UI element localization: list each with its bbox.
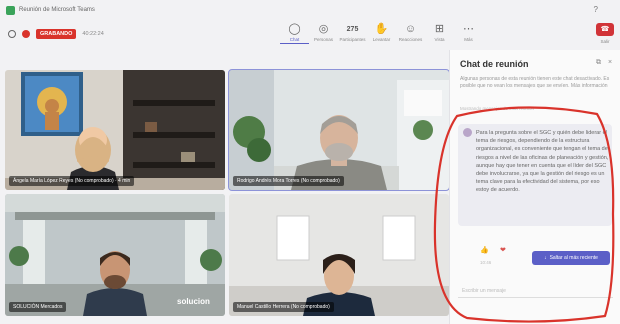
leave-button[interactable]: ☎	[596, 23, 614, 36]
toolbar-actions: ◯ Chat ◎ Personas 275 Participantes ✋ Le…	[280, 22, 483, 44]
meeting-chat-panel: Chat de reunión ⧉ × Algunas personas de …	[449, 50, 620, 324]
video-tile-3[interactable]: solucion SOLUCIÓN Mercados	[5, 194, 225, 316]
tool-label: Personas	[313, 37, 333, 42]
video-tile-2[interactable]: Rodrigo Andrés Mora Torres (No comprobad…	[228, 69, 450, 191]
leave-control: ☎ Salir	[596, 23, 614, 44]
video-feed-3: solucion	[5, 194, 225, 316]
tool-label: Vista	[434, 37, 445, 42]
participant-name: Rodrigo Andrés Mora Torres (No comprobad…	[233, 176, 344, 186]
video-feed-2	[229, 70, 449, 190]
heart-reaction-icon[interactable]: ❤	[500, 246, 506, 254]
recording-status: GRABANDO 40:22:24	[8, 29, 104, 39]
view-icon: ⊞	[434, 23, 445, 35]
chat-button[interactable]: ◯ Chat	[280, 22, 309, 44]
arrow-down-icon: ↓	[544, 255, 547, 261]
jump-label: Saltar al más reciente	[549, 255, 598, 261]
tool-label: Más	[464, 37, 473, 42]
avatar[interactable]	[463, 128, 472, 137]
video-feed-4	[229, 194, 449, 316]
raise-hand-button[interactable]: ✋ Levantar	[367, 22, 396, 44]
tool-label: Levantar	[372, 37, 391, 42]
tool-label: Participantes	[339, 37, 366, 42]
more-icon: ⋯	[463, 23, 474, 35]
more-button[interactable]: ⋯ Más	[454, 22, 483, 44]
participant-name: Ángela María López Reyes (No comprobado)…	[9, 176, 135, 186]
popout-icon[interactable]: ⧉	[596, 59, 601, 67]
close-icon[interactable]: ×	[608, 59, 612, 66]
phone-hangup-icon: ☎	[600, 26, 610, 33]
thumbs-up-reaction-icon[interactable]: 👍	[480, 246, 489, 254]
window-title: Reunión de Microsoft Teams	[19, 7, 95, 13]
message-time: 10:46	[480, 260, 492, 265]
chat-icon: ◯	[288, 23, 301, 35]
chat-filter-note: Mostrando mensajes de esta reunión	[460, 106, 535, 111]
raise-hand-icon: ✋	[374, 23, 389, 35]
tool-label: Chat	[289, 37, 300, 42]
chat-message-text: Para la pregunta sobre el SGC y quién de…	[476, 130, 609, 194]
reactions-button[interactable]: ☺ Reacciones	[396, 22, 425, 44]
tool-label: Reacciones	[398, 37, 423, 42]
participant-name: SOLUCIÓN Mercados	[9, 302, 67, 312]
meeting-timer: 40:22:24	[82, 31, 104, 37]
reaction-icon: ☺	[404, 23, 417, 35]
compose-input[interactable]: Escribir un mensaje	[458, 284, 613, 298]
chat-notice: Algunas personas de esta reunión tienen …	[460, 76, 610, 89]
video-tile-1[interactable]: Ángela María López Reyes (No comprobado)…	[5, 70, 225, 190]
solution-logo-text: solucion	[177, 297, 210, 306]
view-button[interactable]: ⊞ Vista	[425, 22, 454, 44]
chat-title: Chat de reunión	[460, 59, 529, 69]
people-icon: 275	[346, 26, 359, 33]
leave-label: Salir	[600, 39, 610, 44]
help-icon[interactable]: ?	[594, 5, 598, 14]
participants-button[interactable]: 275 Participantes	[338, 22, 367, 44]
people-button[interactable]: ◎ Personas	[309, 22, 338, 44]
participant-name: Manuel Castillo Herrera (No comprobado)	[233, 302, 334, 312]
video-feed-1	[5, 70, 225, 190]
recording-badge[interactable]: GRABANDO	[36, 29, 77, 39]
meeting-toolbar: GRABANDO 40:22:24 ◯ Chat ◎ Personas 275 …	[0, 20, 620, 50]
reactions-icon: ◎	[318, 23, 329, 35]
teams-logo-icon	[6, 5, 15, 15]
title-bar: Reunión de Microsoft Teams	[0, 0, 620, 20]
status-ring-icon	[8, 30, 16, 38]
video-tile-4[interactable]: Manuel Castillo Herrera (No comprobado)	[229, 194, 449, 316]
recording-dot-icon	[22, 30, 30, 38]
jump-to-latest-button[interactable]: ↓ Saltar al más reciente	[532, 251, 610, 265]
